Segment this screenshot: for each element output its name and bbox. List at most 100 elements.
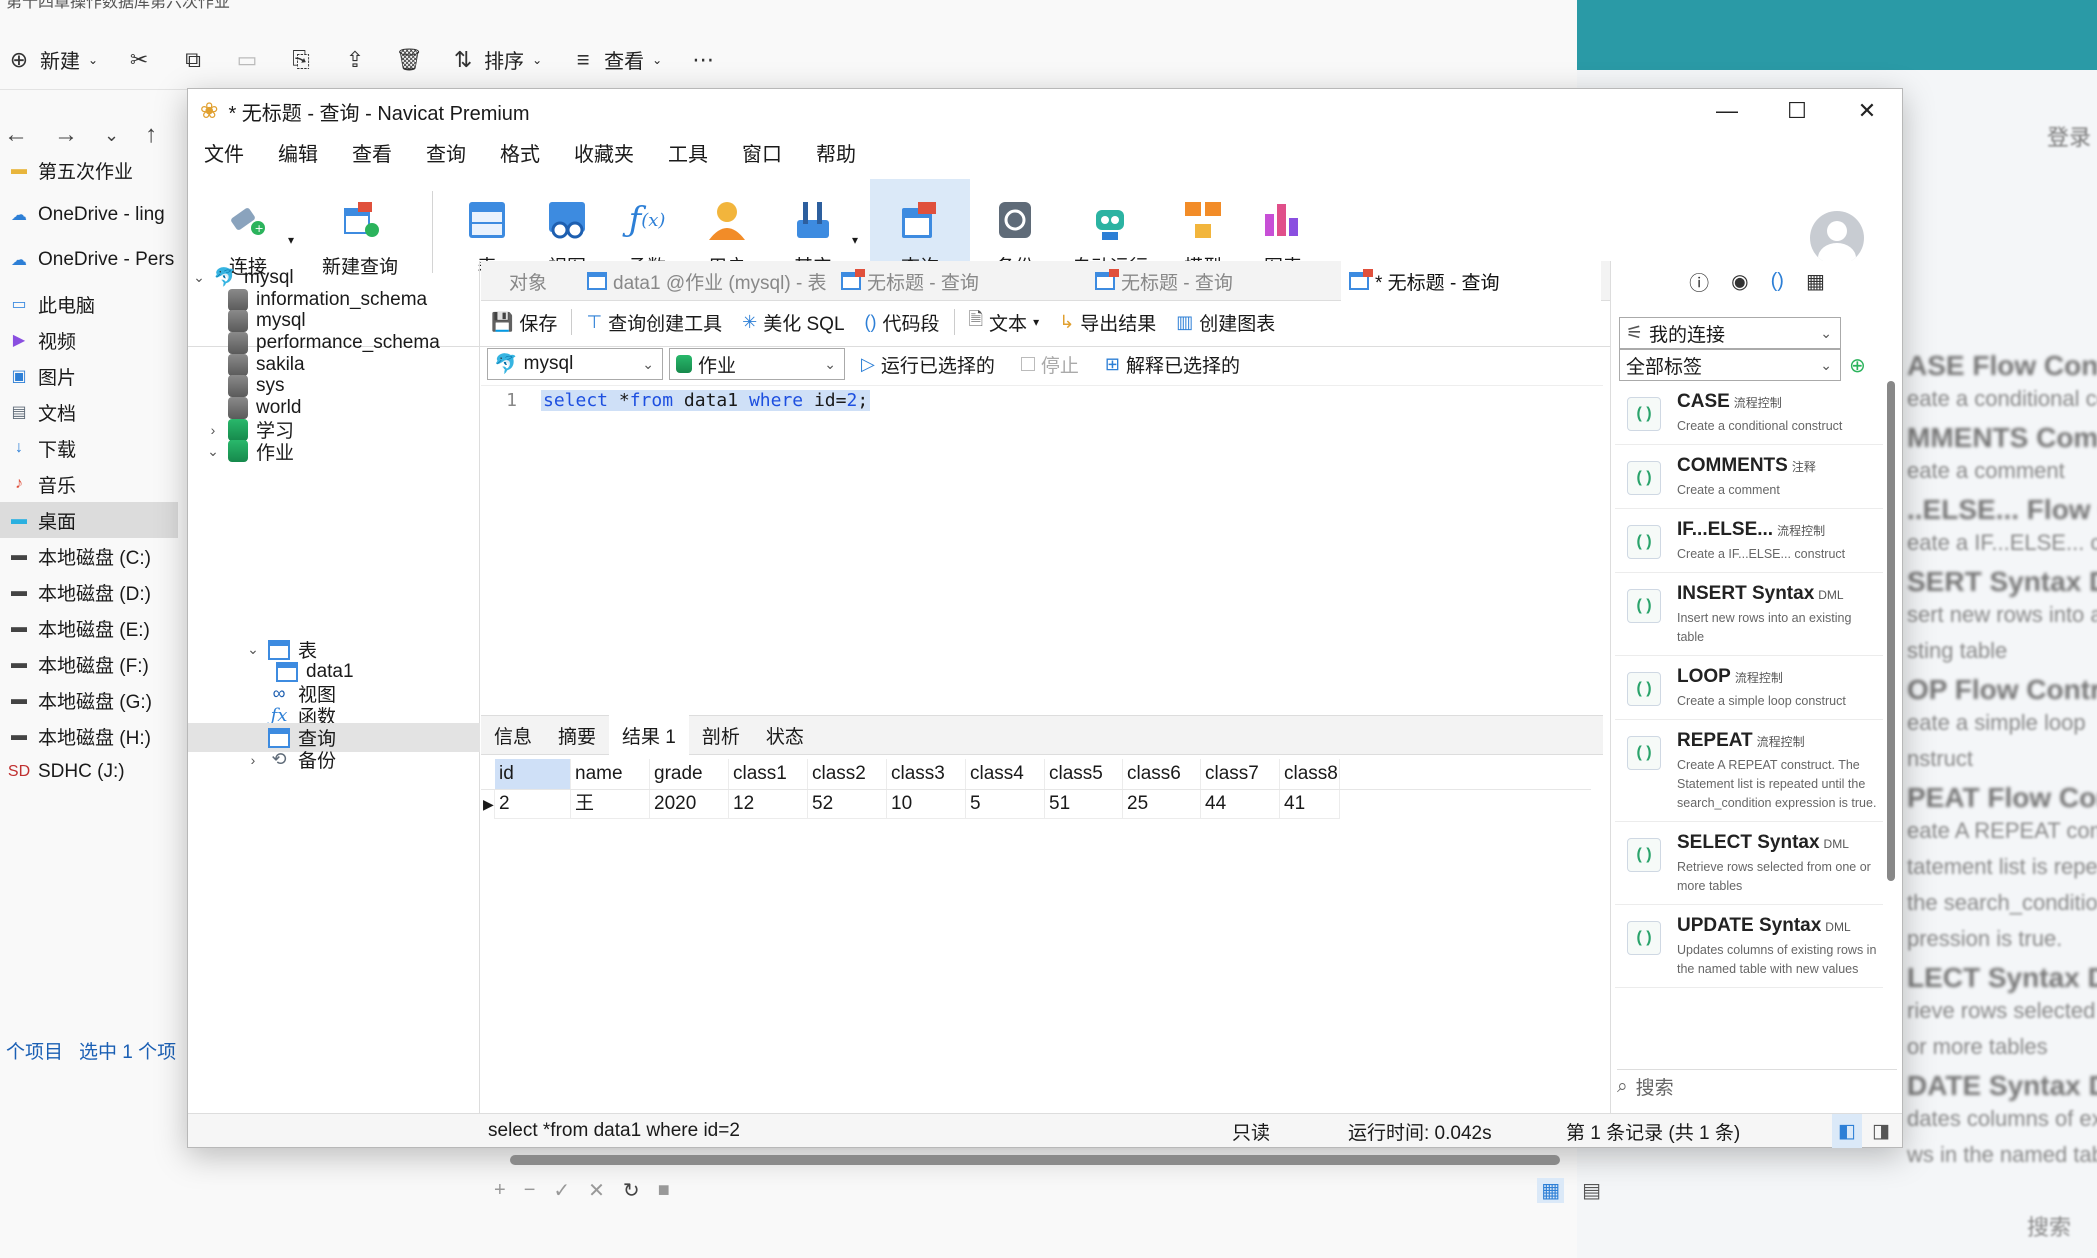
up-icon[interactable]: ↑ [145,121,157,149]
menu-item[interactable]: 查看 [344,138,418,167]
snippet-search[interactable]: ⌕ 搜索 [1617,1069,1897,1103]
sidebar-item[interactable]: ▤ 文档 [0,394,178,430]
table-cell[interactable]: 25 [1123,789,1201,819]
sidebar-item[interactable]: ↓ 下载 [0,430,178,466]
snippet-item[interactable]: ( ) COMMENTS 注释 Create a comment [1615,445,1883,509]
panel-left-toggle-icon[interactable]: ◧ [1832,1114,1862,1148]
sidebar-item[interactable]: ▬ 本地磁盘 (D:) [0,574,178,610]
forward-icon[interactable]: → [54,121,78,149]
snippet-item[interactable]: ( ) SELECT Syntax DML Retrieve rows selecte… [1615,822,1883,905]
result-grid[interactable]: id name grade class1 class2 class3 class4 class… [481,755,1591,1145]
snippet-tag-select[interactable]: 全部标签 ⌄ [1619,349,1841,381]
column-header[interactable]: class4 [966,759,1045,789]
tab-objects[interactable]: 对象 [481,261,567,301]
column-header[interactable]: grade [650,759,729,789]
run-selected-button[interactable]: ▷ 运行已选择的 [851,351,1005,378]
chevron-down-icon[interactable]: ⌄ [246,641,260,658]
table-cell[interactable]: 44 [1201,789,1280,819]
sidebar-item[interactable]: ▬ 本地磁盘 (H:) [0,718,178,754]
result-tab-status[interactable]: 状态 [753,715,817,755]
menu-item[interactable]: 格式 [492,138,566,167]
menu-item[interactable]: 窗口 [734,138,808,167]
more-button[interactable]: ⋯ [690,47,716,73]
menu-item[interactable]: 编辑 [270,138,344,167]
add-record-icon[interactable]: + [494,1179,506,1202]
menu-item[interactable]: 查询 [418,138,492,167]
table-cell[interactable]: 51 [1045,789,1123,819]
sidebar-item[interactable]: ▬ 第五次作业 [0,152,178,188]
close-button[interactable]: ✕ [1832,89,1902,133]
export-result-button[interactable]: ↳ 导出结果 [1049,309,1166,336]
paste-button[interactable]: ▭ [234,47,260,73]
preview-icon[interactable]: ◉ [1731,269,1748,294]
table-cell[interactable]: 5 [966,789,1045,819]
form-view-icon[interactable]: ▤ [1582,1178,1601,1203]
menu-item[interactable]: 收藏夹 [566,138,660,167]
avatar[interactable] [1810,211,1864,265]
sidebar-item[interactable]: ▬ 本地磁盘 (C:) [0,538,178,574]
menu-item[interactable]: 工具 [660,138,734,167]
table-cell[interactable]: 2 [495,789,571,819]
table-cell[interactable]: 12 [729,789,808,819]
apply-icon[interactable]: ✓ [553,1178,570,1203]
beautify-sql-button[interactable]: ✳ 美化 SQL [732,309,854,336]
result-tab-summary[interactable]: 摘要 [545,715,609,755]
table-cell[interactable]: 41 [1280,789,1340,819]
result-tab-info[interactable]: 信息 [481,715,545,755]
snippet-scrollbar[interactable] [1887,381,1895,881]
rename-button[interactable]: ⎘ [288,47,314,73]
tree-database[interactable]: ⌄ 作业 [206,437,294,466]
sidebar-item[interactable]: ☁ OneDrive - Pers [0,242,178,278]
chevron-down-icon[interactable]: ⌄ [104,125,119,146]
copy-button[interactable]: ⧉ [180,47,206,73]
chevron-right-icon[interactable]: › [246,752,260,768]
snippet-item[interactable]: ( ) LOOP 流程控制 Create a simple loop construc… [1615,656,1883,720]
sidebar-item[interactable]: ▬ 本地磁盘 (F:) [0,646,178,682]
sidebar-item[interactable]: ▬ 桌面 [0,502,178,538]
tab-query-active[interactable]: * 无标题 - 查询 [1341,261,1601,301]
chevron-down-icon[interactable]: ▾ [852,233,858,247]
chevron-down-icon[interactable]: ⌄ [206,443,220,460]
sidebar-item[interactable]: ▣ 图片 [0,358,178,394]
chevron-down-icon[interactable]: ▾ [288,233,294,247]
explain-selected-button[interactable]: ⊞ 解释已选择的 [1095,351,1250,378]
snippet-item[interactable]: ( ) CASE 流程控制 Create a conditional construc… [1615,381,1883,445]
column-header[interactable]: class6 [1123,759,1201,789]
sidebar-item[interactable]: ▭ 此电脑 [0,286,178,322]
delete-button[interactable]: 🗑 [395,47,423,73]
sort-button[interactable]: ⇅ 排序 ⌄ [450,45,542,74]
text-button[interactable]: 🗎 文本 ▾ [959,307,1050,337]
column-header[interactable]: id [495,759,571,789]
menu-item[interactable]: 文件 [196,138,270,167]
sidebar-item[interactable]: ☁ OneDrive - ling [0,197,178,233]
query-builder-button[interactable]: ⊤ 查询创建工具 [576,309,732,336]
snippet-button[interactable]: () 代码段 [855,309,950,336]
share-button[interactable]: ⇪ [342,47,368,73]
result-tab-result1[interactable]: 结果 1 [609,715,689,755]
snippet-item[interactable]: ( ) UPDATE Syntax DML Updates columns of ex… [1615,905,1883,988]
tree-folder-backups[interactable]: › ⟲ 备份 [246,745,336,774]
sidebar-item[interactable]: ▬ 本地磁盘 (E:) [0,610,178,646]
column-header[interactable]: class7 [1201,759,1280,789]
column-header[interactable]: name [571,759,650,789]
stop-icon[interactable]: ■ [658,1179,670,1202]
snippet-item[interactable]: ( ) INSERT Syntax DML Insert new rows into … [1615,573,1883,656]
discard-icon[interactable]: ✕ [588,1178,605,1203]
refresh-icon[interactable]: ↻ [623,1178,640,1203]
save-button[interactable]: 💾 保存 [481,309,567,336]
chevron-down-icon[interactable]: ⌄ [192,269,206,286]
create-chart-button[interactable]: ▥ 创建图表 [1166,309,1285,336]
menu-item[interactable]: 帮助 [808,138,882,167]
grid-view-icon[interactable]: ▦ [1537,1177,1565,1203]
template-icon[interactable]: ▦ [1806,269,1825,294]
new-button[interactable]: ⊕ 新建 ⌄ [6,45,98,74]
table-cell[interactable]: 王 [571,789,650,819]
table-cell[interactable]: 10 [887,789,966,819]
column-header[interactable]: class2 [808,759,887,789]
panel-right-toggle-icon[interactable]: ◨ [1866,1114,1896,1148]
add-snippet-icon[interactable]: ⊕ [1849,353,1866,378]
stop-button[interactable]: 停止 [1011,351,1089,378]
view-button[interactable]: ≡ 查看 ⌄ [570,45,662,74]
cut-button[interactable]: ✂ [126,47,152,73]
snippet-icon[interactable]: () [1771,270,1784,293]
